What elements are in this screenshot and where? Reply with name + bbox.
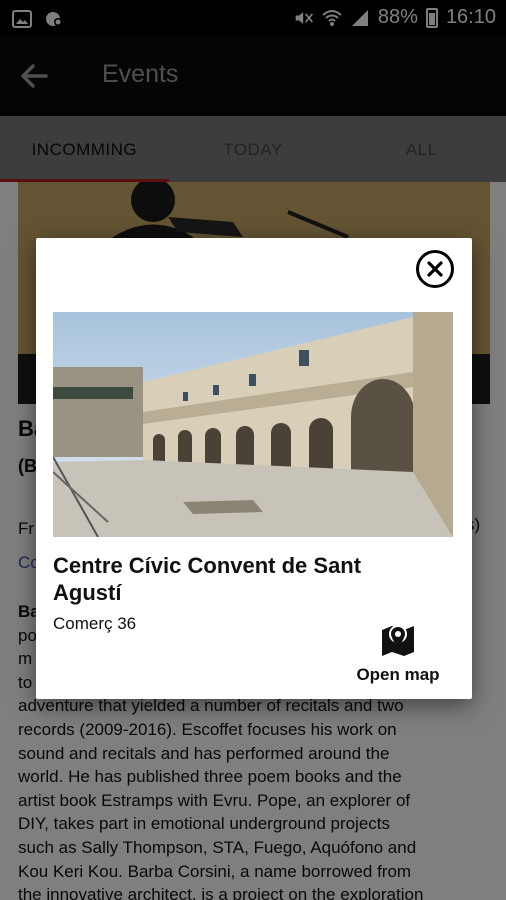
open-map-button[interactable]: Open map xyxy=(352,622,444,684)
map-icon xyxy=(382,625,414,656)
venue-address: Comerç 36 xyxy=(53,614,137,633)
venue-photo xyxy=(53,312,453,537)
open-map-label: Open map xyxy=(356,665,440,684)
close-button[interactable] xyxy=(416,250,454,288)
venue-name: Centre Cívic Convent de Sant Agustí xyxy=(53,553,362,605)
venue-dialog: Centre Cívic Convent de Sant Agustí Come… xyxy=(36,238,472,699)
close-icon xyxy=(427,261,443,277)
